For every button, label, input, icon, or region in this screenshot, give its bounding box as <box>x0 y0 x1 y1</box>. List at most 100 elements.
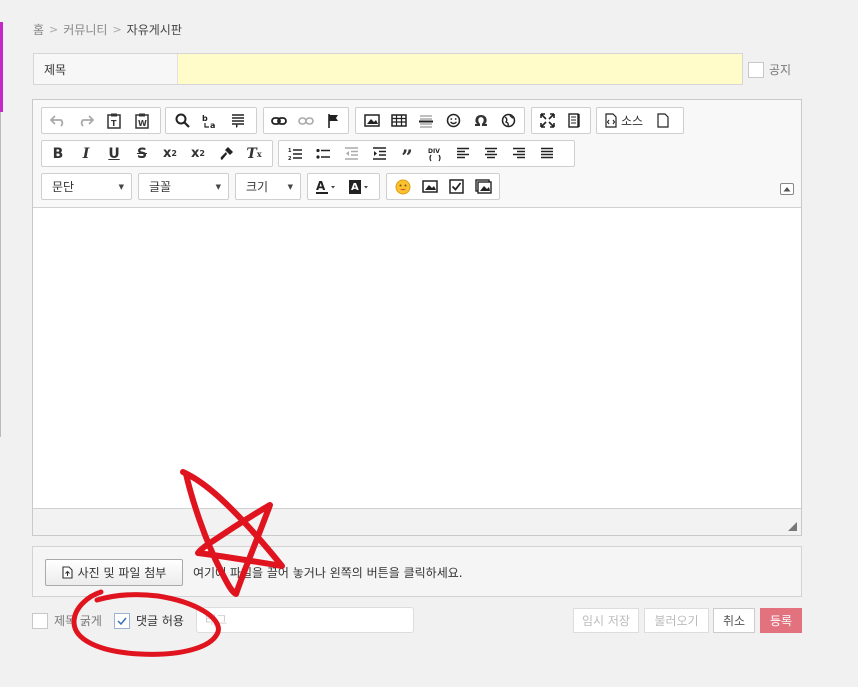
upload-file-icon <box>62 566 73 579</box>
copy-format-brush-icon[interactable] <box>212 142 240 165</box>
toolbar-group-view <box>531 107 591 134</box>
bulleted-list-icon[interactable] <box>309 142 337 165</box>
breadcrumb-community[interactable]: 커뮤니티 <box>63 21 107 38</box>
svg-text:1: 1 <box>288 148 292 154</box>
notice-label: 공지 <box>769 63 792 77</box>
editor-status-bar <box>33 508 801 535</box>
resize-handle-icon[interactable] <box>788 522 797 531</box>
remove-format-icon[interactable]: Tx <box>240 142 268 165</box>
svg-text:a: a <box>210 121 215 129</box>
outdent-icon[interactable] <box>337 142 365 165</box>
align-right-icon[interactable] <box>505 142 533 165</box>
special-char-omega-icon[interactable]: Ω <box>467 109 494 132</box>
toolbar-group-colors: A A <box>307 173 380 200</box>
svg-text:W: W <box>138 119 147 128</box>
breadcrumb-current[interactable]: 자유게시판 <box>127 21 182 38</box>
new-page-icon[interactable] <box>649 109 677 132</box>
superscript-icon[interactable]: x2 <box>184 142 212 165</box>
size-combo-label: 크기 <box>246 180 269 194</box>
smiley-icon[interactable] <box>440 109 467 132</box>
checkmark-icon <box>117 617 127 625</box>
align-left-icon[interactable] <box>449 142 477 165</box>
horizontal-line-icon[interactable] <box>413 109 440 132</box>
size-combo[interactable]: 크기 ▼ <box>235 173 301 200</box>
rich-text-editor: T W ba Ω 소스 B I U S x 2 x 2 T x 1 2 ” DI… <box>32 99 802 536</box>
breadcrumb: 홈 > 커뮤니티 > 자유게시판 <box>33 21 182 38</box>
svg-text:A: A <box>351 182 359 193</box>
editor-content-area[interactable] <box>33 208 801 509</box>
collapse-toolbar-button[interactable] <box>780 183 794 195</box>
svg-text:DIV: DIV <box>428 148 440 155</box>
format-combo[interactable]: 문단 ▼ <box>41 173 132 200</box>
image-icon[interactable] <box>358 109 385 132</box>
allow-comments-option[interactable]: 댓글 허용 <box>114 612 184 629</box>
toolbar-group-clipboard: T W <box>41 107 161 134</box>
source-button[interactable]: 소스 <box>599 109 649 132</box>
unlink-icon[interactable] <box>293 109 320 132</box>
title-label: 제목 <box>34 54 178 84</box>
paste-word-icon[interactable]: W <box>128 109 156 132</box>
submit-button[interactable]: 등록 <box>760 608 802 633</box>
indent-icon[interactable] <box>365 142 393 165</box>
align-center-icon[interactable] <box>477 142 505 165</box>
temp-save-button[interactable]: 임시 저장 <box>573 608 639 633</box>
title-row: 제목 <box>33 53 743 85</box>
subscript-icon[interactable]: x2 <box>156 142 184 165</box>
format-combo-label: 문단 <box>52 180 75 194</box>
tag-input[interactable] <box>196 607 414 633</box>
italic-icon[interactable]: I <box>72 142 100 165</box>
toolbar-group-find: ba <box>165 107 257 134</box>
breadcrumb-separator: > <box>112 23 122 36</box>
show-blocks-icon[interactable] <box>561 109 588 132</box>
breadcrumb-separator: > <box>49 23 59 36</box>
attach-help-text: 여기에 파일을 끌어 놓거나 왼쪽의 버튼을 클릭하세요. <box>193 566 463 580</box>
attach-file-button-label: 사진 및 파일 첨부 <box>77 566 167 580</box>
bold-title-checkbox[interactable] <box>32 612 48 629</box>
search-icon[interactable] <box>168 109 196 132</box>
align-justify-icon[interactable] <box>533 142 561 165</box>
cancel-button[interactable]: 취소 <box>713 608 755 633</box>
replace-icon[interactable]: ba <box>196 109 224 132</box>
bold-icon[interactable]: B <box>44 142 72 165</box>
svg-text:2: 2 <box>288 156 292 161</box>
text-color-icon[interactable]: A <box>310 175 344 198</box>
file-attachment-area[interactable]: 사진 및 파일 첨부 여기에 파일을 끌어 놓거나 왼쪽의 버튼을 클릭하세요. <box>32 546 802 597</box>
bold-title-label: 제목 굵게 <box>54 614 102 628</box>
chevron-down-icon: ▼ <box>287 182 293 191</box>
bold-title-option[interactable]: 제목 굵게 <box>32 612 102 629</box>
chevron-down-icon: ▼ <box>215 182 221 191</box>
notice-option[interactable]: 공지 <box>748 61 791 78</box>
image-gallery-icon[interactable] <box>470 175 497 198</box>
toolbar-group-links <box>263 107 349 134</box>
svg-text:b: b <box>202 114 208 123</box>
select-all-icon[interactable] <box>224 109 252 132</box>
allow-comments-label: 댓글 허용 <box>136 614 184 628</box>
emoticon-icon[interactable] <box>389 175 416 198</box>
image-insert-icon[interactable] <box>416 175 443 198</box>
maximize-icon[interactable] <box>534 109 561 132</box>
breadcrumb-home[interactable]: 홈 <box>33 21 44 38</box>
redo-icon[interactable] <box>72 109 100 132</box>
blockquote-icon[interactable]: ” <box>393 142 421 169</box>
attach-file-button[interactable]: 사진 및 파일 첨부 <box>45 559 183 586</box>
strikethrough-icon[interactable]: S <box>128 142 156 165</box>
load-draft-button[interactable]: 불러오기 <box>644 608 709 633</box>
numbered-list-icon[interactable]: 12 <box>281 142 309 165</box>
create-div-icon[interactable]: DIV <box>421 142 449 165</box>
paste-text-icon[interactable]: T <box>100 109 128 132</box>
anchor-flag-icon[interactable] <box>319 109 346 132</box>
title-input[interactable] <box>178 54 742 84</box>
chevron-up-icon <box>783 187 791 192</box>
allow-comments-checkbox[interactable] <box>114 612 130 629</box>
iframe-globe-icon[interactable] <box>495 109 522 132</box>
notice-checkbox[interactable] <box>748 61 764 78</box>
link-icon[interactable] <box>266 109 293 132</box>
source-icon <box>605 113 617 128</box>
toolbar-group-insert: Ω <box>355 107 525 134</box>
checkbox-insert-icon[interactable] <box>443 175 470 198</box>
underline-icon[interactable]: U <box>100 142 128 165</box>
undo-icon[interactable] <box>44 109 72 132</box>
table-icon[interactable] <box>385 109 412 132</box>
background-color-icon[interactable]: A <box>344 175 378 198</box>
font-combo[interactable]: 글꼴 ▼ <box>138 173 229 200</box>
